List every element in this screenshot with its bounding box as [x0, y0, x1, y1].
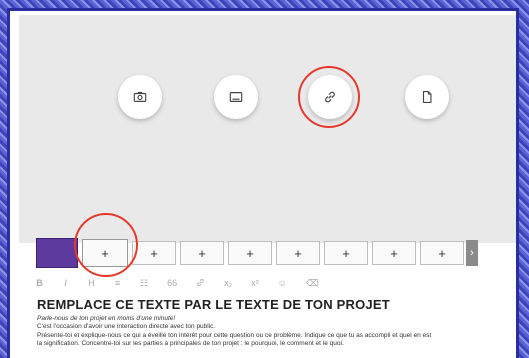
camera-icon	[133, 91, 147, 102]
clear-format-button[interactable]: ⌫	[306, 278, 319, 289]
add-slide-button[interactable]: +	[324, 241, 368, 265]
numbered-list-button[interactable]: ☷	[140, 278, 148, 289]
add-link-button[interactable]	[308, 75, 352, 119]
superscript-button[interactable]: x²	[251, 278, 259, 288]
subscript-button[interactable]: x₂	[224, 278, 232, 288]
heading-button[interactable]: H	[88, 278, 95, 288]
add-slide-button[interactable]: +	[372, 241, 416, 265]
add-image-button[interactable]	[214, 75, 258, 119]
formatting-toolbar: B I H ≡ ☷ 66 x₂ x² ☺ ⌫	[36, 275, 506, 291]
slide-strip: + + + + + + + + ›	[36, 237, 514, 269]
image-icon	[229, 92, 243, 102]
italic-button[interactable]: I	[62, 278, 69, 288]
link-button[interactable]	[196, 278, 205, 289]
add-slide-button[interactable]: +	[276, 241, 320, 265]
link-icon	[325, 91, 335, 103]
add-photo-button[interactable]	[118, 75, 162, 119]
chevron-right-icon[interactable]: ›	[466, 240, 478, 266]
paragraph-line[interactable]: Présente-toi et explique-nous ce qui a é…	[37, 332, 515, 341]
add-slide-button[interactable]: +	[180, 241, 224, 265]
project-title[interactable]: REMPLACE CE TEXTE PAR LE TEXTE DE TON PR…	[37, 297, 515, 312]
media-area	[19, 15, 516, 243]
quote-button[interactable]: 66	[167, 278, 177, 288]
add-slide-button[interactable]: +	[228, 241, 272, 265]
paragraph-line[interactable]: la signification. Concentre-toi sur les …	[37, 340, 515, 349]
paragraph-line[interactable]: C'est l'occasion d'avoir une interaction…	[37, 323, 515, 332]
project-subtitle[interactable]: Parle-nous de ton projet en moins d'une …	[37, 315, 515, 323]
add-file-button[interactable]	[405, 75, 449, 119]
emoji-button[interactable]: ☺	[278, 278, 287, 288]
bullet-list-button[interactable]: ≡	[114, 278, 121, 288]
add-slide-button[interactable]: +	[132, 241, 176, 265]
slide-thumbnail-active[interactable]	[36, 238, 78, 268]
file-icon	[422, 91, 432, 103]
link-icon	[197, 278, 204, 286]
text-editor[interactable]: REMPLACE CE TEXTE PAR LE TEXTE DE TON PR…	[37, 297, 515, 349]
editor-frame: + + + + + + + + › B I H ≡ ☷ 66 x₂ x² ☺ ⌫…	[7, 8, 519, 358]
add-slide-button[interactable]: +	[82, 239, 128, 267]
bold-button[interactable]: B	[36, 278, 43, 288]
add-slide-button[interactable]: +	[420, 241, 464, 265]
